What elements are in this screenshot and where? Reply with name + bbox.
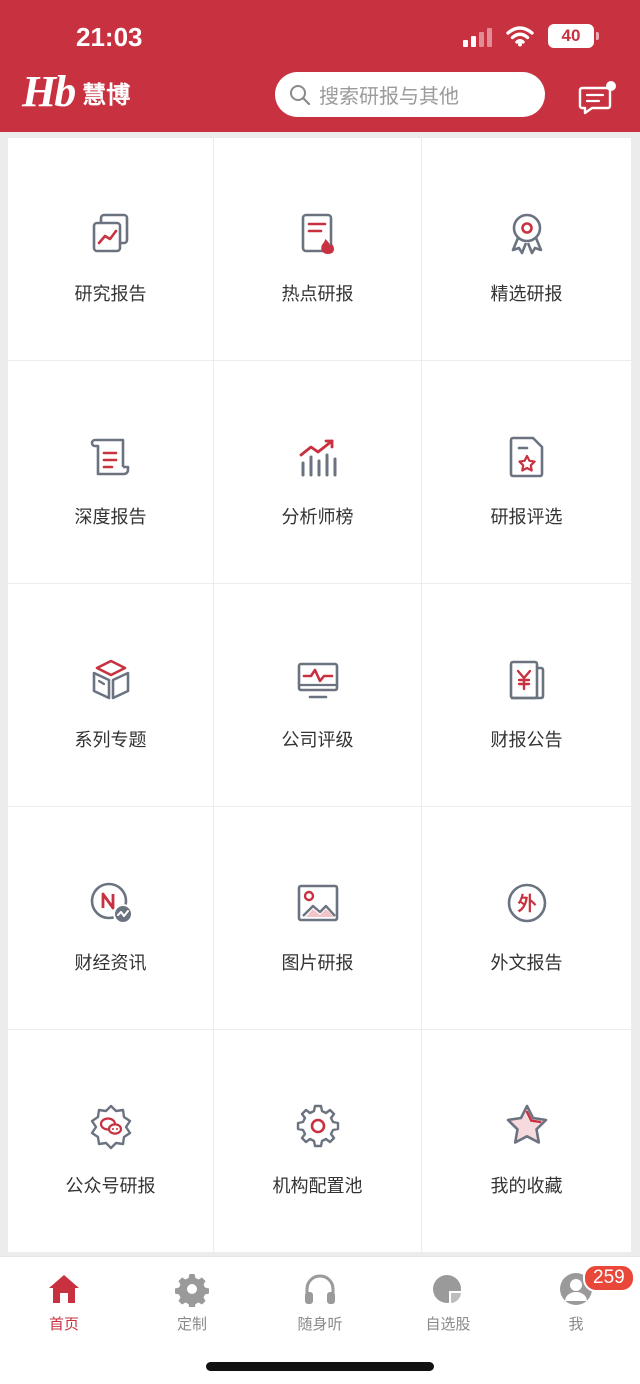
message-icon[interactable] — [578, 80, 616, 116]
grid-item-label: 财经资讯 — [74, 953, 147, 974]
signal-icon — [463, 25, 492, 47]
scroll-document-icon — [90, 438, 129, 476]
grid-item-company-rating[interactable]: 公司评级 — [214, 584, 422, 807]
image-icon — [297, 884, 338, 922]
status-indicators: 40 — [463, 24, 599, 48]
monitor-pulse-icon — [297, 662, 338, 699]
home-indicator — [206, 1362, 434, 1371]
tab-listen[interactable]: 随身听 — [280, 1271, 360, 1334]
search-icon — [290, 84, 311, 105]
grid-item-financial-report[interactable]: 财报公告 — [422, 584, 632, 807]
gear-icon — [296, 1104, 339, 1148]
tab-label: 自选股 — [425, 1315, 471, 1333]
tab-label: 首页 — [48, 1315, 79, 1333]
tab-watchlist[interactable]: 自选股 — [408, 1271, 488, 1334]
grid-item-label: 系列专题 — [74, 730, 147, 751]
grid-item-favorites[interactable]: 我的收藏 — [422, 1030, 632, 1253]
grid-item-foreign-report[interactable]: 外 外文报告 — [422, 807, 632, 1030]
grid-item-finance-news[interactable]: 财经资讯 — [8, 807, 214, 1030]
grid-item-label: 精选研报 — [490, 284, 563, 305]
svg-text:外: 外 — [517, 892, 536, 915]
grid-item-label: 公众号研报 — [65, 1176, 156, 1197]
grid-item-analyst-rank[interactable]: 分析师榜 — [214, 361, 422, 584]
tab-home[interactable]: 首页 — [24, 1271, 104, 1334]
research-report-icon — [92, 213, 128, 253]
headphones-icon — [305, 1274, 335, 1304]
grid-item-image-report[interactable]: 图片研报 — [214, 807, 422, 1030]
tab-label: 我 — [568, 1315, 584, 1333]
gear-icon — [175, 1274, 209, 1307]
grid-item-label: 我的收藏 — [490, 1176, 563, 1197]
news-circle-icon — [90, 882, 133, 924]
grid-item-label: 财报公告 — [490, 730, 563, 751]
notification-badge: 259 — [583, 1264, 635, 1292]
search-bar[interactable]: 搜索研报与其他 — [275, 72, 545, 117]
grid-item-label: 公司评级 — [281, 730, 354, 751]
battery-icon: 40 — [548, 24, 599, 48]
app-header: 21:03 40 Hb 慧博 搜索研报与其他 — [0, 0, 640, 132]
search-placeholder: 搜索研报与其他 — [319, 84, 459, 108]
foreign-text-icon: 外 — [507, 883, 546, 923]
tab-custom[interactable]: 定制 — [152, 1271, 232, 1334]
grid-item-label: 深度报告 — [74, 507, 147, 528]
home-icon — [49, 1275, 79, 1303]
grid-item-label: 机构配置池 — [272, 1176, 363, 1197]
star-document-icon — [509, 436, 543, 478]
tab-label: 定制 — [176, 1315, 207, 1333]
grid-item-label: 研报评选 — [490, 507, 563, 528]
grid-item-label: 图片研报 — [281, 953, 354, 974]
hot-report-icon — [301, 213, 334, 254]
brand-name: 慧博 — [82, 80, 131, 109]
grid-item-label: 热点研报 — [281, 284, 354, 305]
brand-logo: Hb 慧博 — [22, 70, 130, 114]
grid-item-label: 研究报告 — [74, 284, 147, 305]
grid-item-label: 外文报告 — [490, 953, 563, 974]
feature-grid: 研究报告 热点研报 精选研报 深度报告 分析师榜 研报评选 系列专题 公司评级 … — [8, 138, 632, 1253]
status-time: 21:03 — [76, 22, 143, 52]
grid-item-research-report[interactable]: 研究报告 — [8, 138, 214, 361]
award-ribbon-icon — [511, 213, 542, 255]
bar-chart-up-icon — [299, 439, 336, 477]
yen-document-icon — [509, 660, 544, 700]
grid-item-selected-report[interactable]: 精选研报 — [422, 138, 632, 361]
tab-label: 随身听 — [297, 1315, 343, 1333]
grid-item-report-selection[interactable]: 研报评选 — [422, 361, 632, 584]
grid-item-deep-report[interactable]: 深度报告 — [8, 361, 214, 584]
star-icon — [506, 1104, 547, 1144]
grid-item-series-topic[interactable]: 系列专题 — [8, 584, 214, 807]
wechat-badge-icon — [90, 1104, 131, 1150]
grid-item-label: 分析师榜 — [281, 507, 354, 528]
grid-item-wechat-report[interactable]: 公众号研报 — [8, 1030, 214, 1253]
brand-mark: Hb — [22, 67, 76, 116]
grid-item-hot-report[interactable]: 热点研报 — [214, 138, 422, 361]
battery-level: 40 — [561, 26, 581, 45]
wifi-icon — [506, 26, 534, 47]
pie-chart-icon — [433, 1275, 463, 1305]
grid-item-institution-pool[interactable]: 机构配置池 — [214, 1030, 422, 1253]
box-cube-icon — [92, 659, 129, 700]
